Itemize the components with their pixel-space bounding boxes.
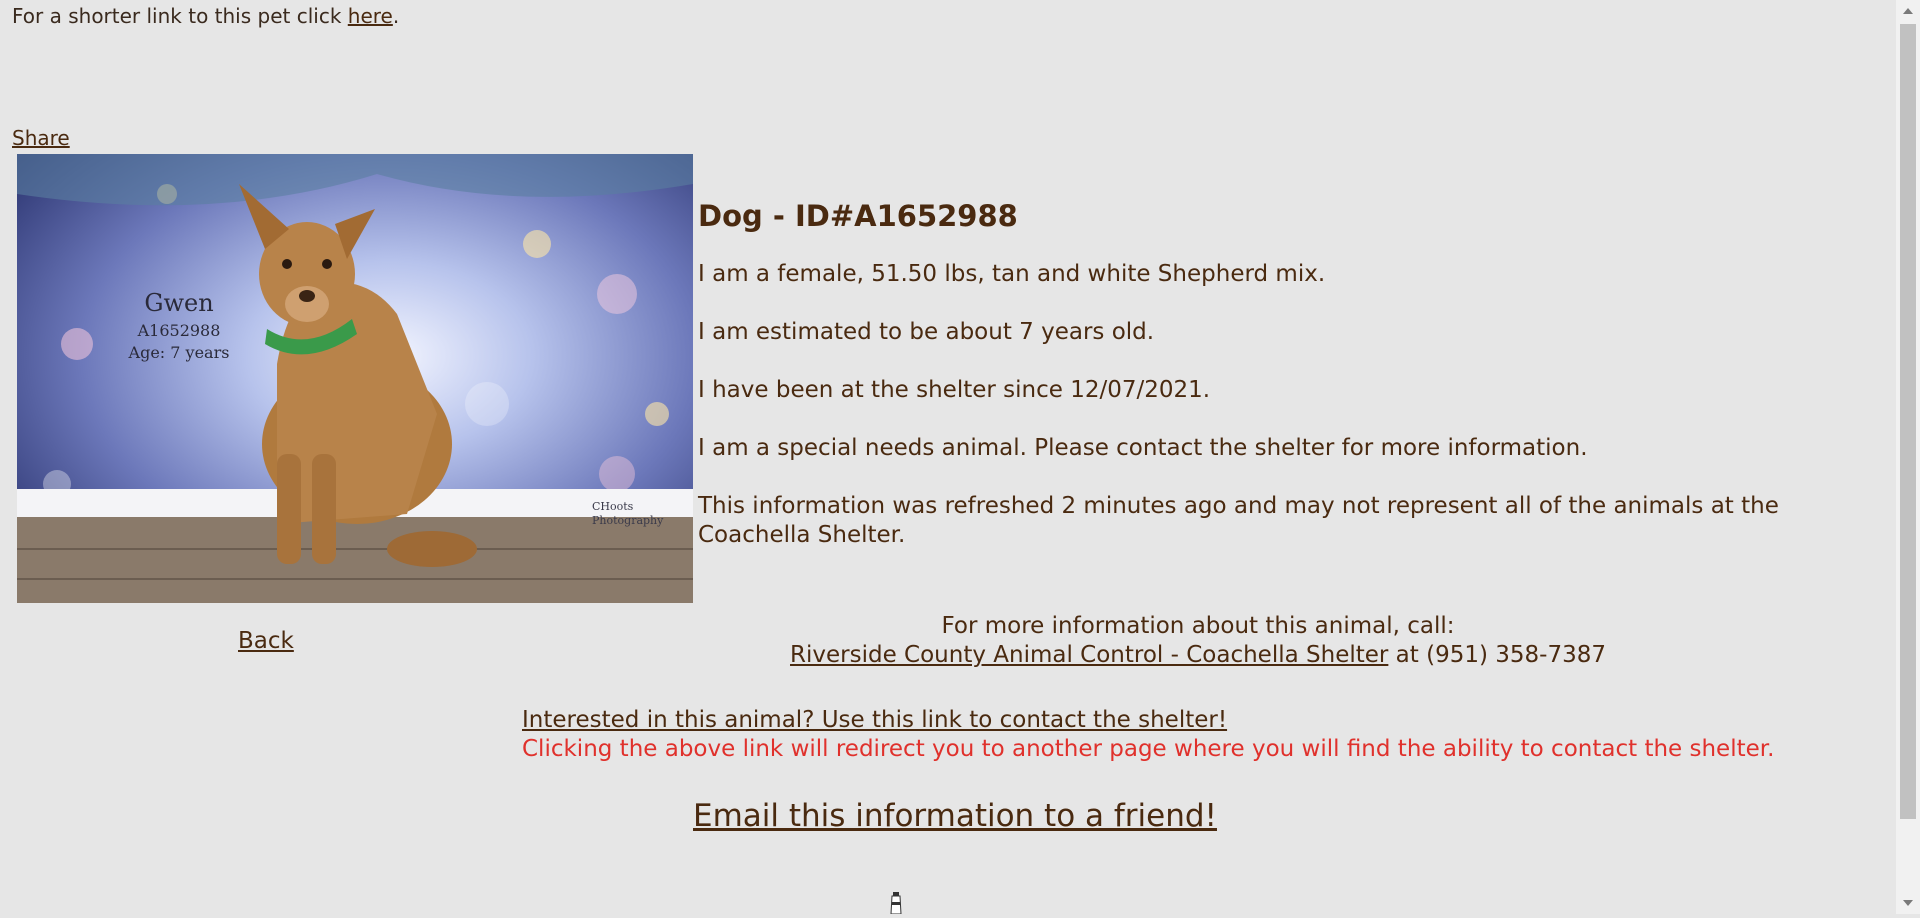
redirect-note: Clicking the above link will redirect yo… <box>522 736 1775 762</box>
animal-heading: Dog - ID#A1652988 <box>698 199 1018 233</box>
animal-age: I am estimated to be about 7 years old. <box>698 319 1155 345</box>
scrollbar-thumb[interactable] <box>1900 24 1916 819</box>
pet-photo: Gwen A1652988 Age: 7 years CHoots Photog… <box>17 154 693 603</box>
lighthouse-icon <box>888 890 904 915</box>
animal-info: Dog - ID#A1652988 I am a female, 51.50 l… <box>698 196 1858 579</box>
photo-caption-id: A1652988 <box>137 321 221 340</box>
email-friend-link[interactable]: Email this information to a friend! <box>693 798 1217 834</box>
vertical-scrollbar[interactable] <box>1896 0 1920 914</box>
short-link-text: For a shorter link to this pet click <box>12 4 348 28</box>
animal-description: I am a female, 51.50 lbs, tan and white … <box>698 261 1326 287</box>
photo-caption-age: Age: 7 years <box>128 343 230 362</box>
short-link-here[interactable]: here <box>348 4 393 28</box>
shelter-phone: at (951) 358-7387 <box>1388 642 1606 668</box>
short-link-period: . <box>392 4 400 28</box>
share-link[interactable]: Share <box>12 126 70 150</box>
animal-intake-date: I have been at the shelter since 12/07/2… <box>698 377 1211 403</box>
photo-watermark-line1: CHoots <box>592 500 634 513</box>
contact-intro: For more information about this animal, … <box>941 613 1455 639</box>
back-link[interactable]: Back <box>238 628 294 654</box>
scroll-up-arrow-icon[interactable] <box>1903 8 1913 14</box>
photo-watermark-line2: Photography <box>592 514 664 527</box>
refresh-note: This information was refreshed 2 minutes… <box>698 493 1779 548</box>
dog-photo-illustration: Gwen A1652988 Age: 7 years CHoots Photog… <box>17 154 693 603</box>
shelter-link[interactable]: Riverside County Animal Control - Coache… <box>790 642 1388 668</box>
interest-section: Interested in this animal? Use this link… <box>522 706 1774 764</box>
contact-info: For more information about this animal, … <box>698 612 1698 670</box>
contact-shelter-link[interactable]: Interested in this animal? Use this link… <box>522 707 1227 733</box>
photo-caption-name: Gwen <box>144 289 213 317</box>
special-needs-note: I am a special needs animal. Please cont… <box>698 435 1588 461</box>
scroll-down-arrow-icon[interactable] <box>1903 900 1913 906</box>
short-link-note: For a shorter link to this pet click her… <box>12 4 399 28</box>
